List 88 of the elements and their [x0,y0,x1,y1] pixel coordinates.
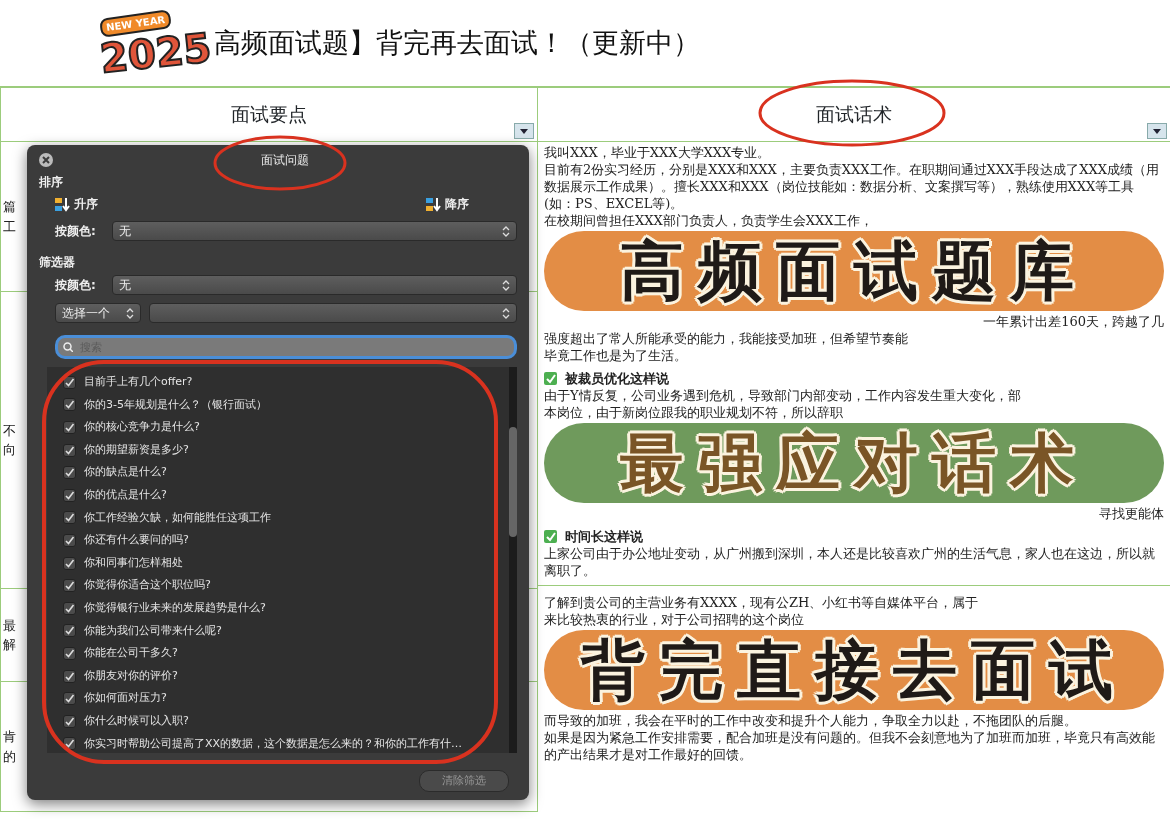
select-field[interactable]: 无 [111,221,517,241]
dropdown-button[interactable] [514,123,534,139]
answer-heading: 被裁员优化这样说 [565,370,669,387]
answer-text: 一年累计出差160天，跨越了几 [982,313,1164,330]
caret-icon [1152,127,1162,135]
list-item[interactable]: 你如何面对压力? [47,687,509,710]
popup-title: 面试问题 [261,152,309,169]
column-header: 面试话术 [816,102,892,128]
checkbox[interactable] [63,511,76,525]
list-item[interactable]: 你的优点是什么? [47,483,509,507]
scrollbar[interactable] [509,367,517,753]
section-label: 排序 [39,174,64,191]
checkbox[interactable] [63,398,76,412]
answer-heading: 时间长这样说 [565,528,643,545]
answer-text: 在校期间曾担任XXX部门负责人，负责学生会XXX工作， [544,212,874,229]
list-item[interactable]: 你的缺点是什么? [47,461,509,484]
stepper-icon [502,279,510,291]
sticker-title: 背完直接去面试 [544,630,1164,710]
list-item[interactable]: 你朋友对你的评价? [47,664,509,688]
answer-text: 了解到贵公司的主营业务有XXXX，现有公ZH、小红书等自媒体平台，属于 [544,594,980,611]
cell-text: 不 [3,421,16,440]
cell-text: 解 [3,636,16,654]
checkbox[interactable] [63,624,76,638]
section-label: 筛选器 [39,254,76,271]
list-item[interactable]: 你实习时帮助公司提高了XX的数据，这个数据是怎么来的？和你的工作有什… [47,732,509,753]
answer-text: 上家公司由于办公地址变动，从广州搬到深圳，本人还是比较喜欢广州的生活气息，家人也在这边，所以就离职了。 [544,545,1156,579]
field-label: 按颜色: [55,277,96,294]
checkbox[interactable] [63,601,76,615]
answer-text: 如果是因为紧急工作安排需要，配合加班是没有问题的。但我不会刻意地为了加班而加班，毕竟只有高效能的产出结果才是对工作最好的回馈。 [544,729,1156,763]
answer-text: 而导致的加班，我会在平时的工作中改变和提升个人能力，争取全力以赴，不拖团队的后腿。 [544,712,1078,729]
stepper-icon [502,225,510,237]
cell-text: 篇 [3,198,16,216]
page-title: 高频面试题】背完再去面试！（更新中） [214,25,700,60]
answer-text: 我叫XXX，毕业于XXX大学XXX专业。 [544,144,772,161]
checkbox[interactable] [63,692,76,706]
cell-text: 最 [3,616,16,635]
list-item[interactable]: 你的期望薪资是多少? [47,438,509,462]
list-item[interactable]: 你觉得银行业未来的发展趋势是什么? [47,596,509,620]
checkbox[interactable] [63,579,76,593]
checkbox[interactable] [63,488,76,502]
list-item[interactable]: 你和同事们怎样相处 [47,551,509,575]
list-item[interactable]: 你工作经验欠缺，如何能胜任这项工作 [47,506,509,530]
field-label: 按颜色: [55,223,96,240]
checkbox[interactable] [63,714,76,728]
cell-text: 的 [3,747,16,766]
stepper-icon [126,307,134,319]
answer-text: 目前有2份实习经历，分别是XXX和XXX，主要负责XXX工作。在职期间通过XXX手段达成了XXX成绩（用数据展示工作成果）。擅长XXX和XXX（岗位技能如：数据分析、文案撰写等），熟练使用XXX等工具(如：PS、EXCEL等)。 [544,161,1161,212]
answer-text: 本岗位，由于新岗位跟我的职业规划不符，所以辞职 [544,404,844,421]
answer-text: 毕竟工作也是为了生活。 [544,347,688,364]
checkbox[interactable] [63,533,76,547]
list-item[interactable]: 你能为我们公司带来什么呢? [47,619,509,643]
answer-text: 强度超出了常人所能承受的能力，我能接受加班，但希望节奏能 [544,330,909,347]
answer-text: 寻找更能体 [1098,505,1164,522]
checkbox[interactable] [63,669,76,683]
sort-button[interactable]: 升序 [55,195,98,213]
list-item[interactable]: 你的3-5年规划是什么？（银行面试） [47,393,509,417]
checkbox[interactable] [63,421,76,434]
list-item[interactable]: 你觉得你适合这个职位吗? [47,574,509,597]
stepper-icon [502,307,510,319]
select-field[interactable] [149,303,517,323]
checkbox[interactable] [63,443,76,457]
check-icon [544,530,557,543]
cell-text: 向 [3,441,16,459]
list-item[interactable]: 目前手上有几个offer? [47,371,509,394]
select-field[interactable]: 选择一个 [55,303,141,323]
close-icon [39,153,53,167]
answer-text: 由于Y情反复，公司业务遇到危机，导致部门内部变动，工作内容发生重大变化，部 [544,387,1022,404]
answer-text: 来比较热衷的行业，对于公司招聘的这个岗位 [544,611,805,628]
list-item[interactable]: 你能在公司干多久? [47,642,509,665]
sticker-title: 高频面试题库 [544,231,1164,311]
select-field[interactable]: 无 [111,275,517,295]
cell-text: 工 [3,217,16,236]
checkbox[interactable] [63,466,76,480]
checkbox[interactable] [63,556,76,570]
close-button[interactable] [39,153,53,167]
list-item[interactable]: 你的核心竞争力是什么? [47,416,509,439]
sort-icon [55,196,70,212]
caret-icon [519,127,529,135]
checkbox[interactable] [63,646,76,660]
list-item[interactable]: 你还有什么要问的吗? [47,529,509,552]
sort-button[interactable]: 降序 [426,195,469,213]
cell-text: 肯 [3,728,16,746]
dropdown-button[interactable] [1147,123,1167,139]
sticker-title: 最强应对话术 [544,423,1164,503]
sort-icon [426,196,441,212]
check-icon [544,372,557,385]
list-item[interactable]: 你什么时候可以入职? [47,709,509,733]
column-header: 面试要点 [231,102,307,128]
